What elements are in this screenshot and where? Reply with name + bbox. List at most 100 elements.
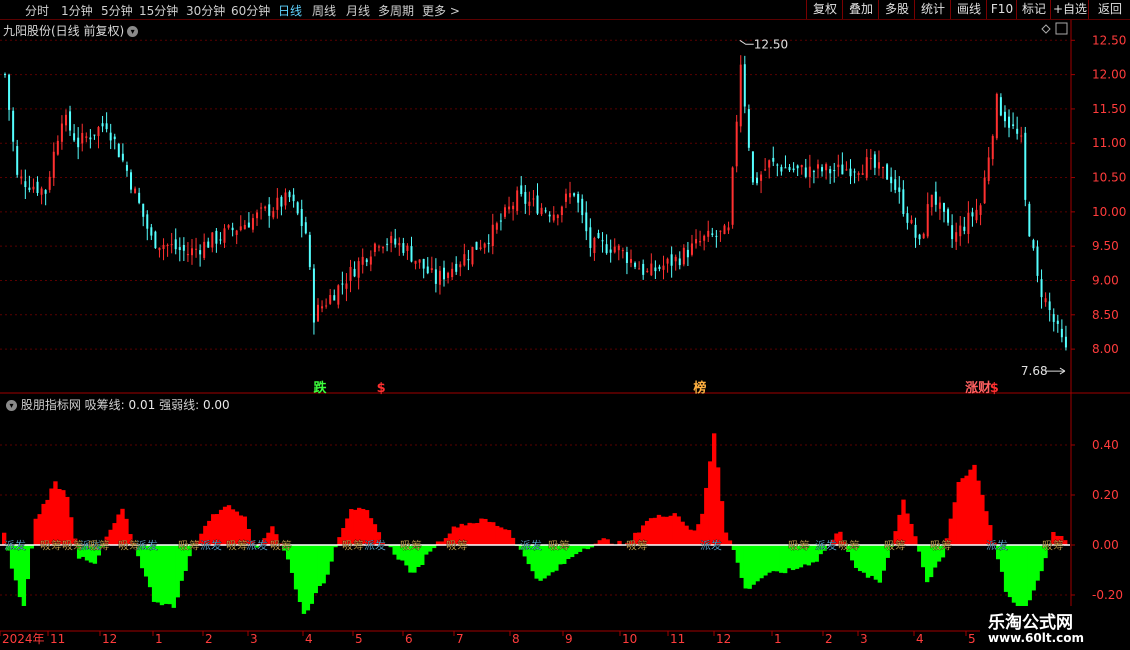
candle-body (235, 230, 238, 235)
candle-body (869, 157, 872, 159)
indicator-bar (704, 487, 709, 545)
indicator-bar (483, 518, 488, 545)
candle-body (682, 247, 685, 265)
candle-body (528, 201, 531, 206)
candle-body (487, 242, 490, 244)
candle-body (886, 164, 889, 180)
candle-body (170, 244, 173, 246)
indicator-tick-label: 0.20 (1092, 488, 1119, 502)
candle-body (593, 237, 596, 254)
indicator-name: 股朋指标网 (20, 398, 81, 412)
sell-label: 派发 (815, 538, 837, 552)
indicator-bar (65, 496, 70, 545)
indicator-bar (767, 545, 772, 573)
indicator-bar (660, 516, 666, 545)
candle-body (857, 173, 860, 175)
indicator-bar (297, 545, 303, 603)
candle-body (894, 179, 897, 190)
buy-label: 吸筹 (930, 538, 952, 552)
indicator-bar (771, 545, 776, 572)
price-tick-label: 11.50 (1092, 102, 1126, 116)
candle-body (390, 236, 393, 244)
candle-body (597, 232, 600, 238)
candle-body (195, 248, 198, 250)
chevron-down-icon[interactable]: ▾ (6, 400, 17, 411)
candle-body (1052, 314, 1055, 322)
indicator-bar (976, 480, 981, 545)
buy-label: 吸筹 (400, 538, 422, 552)
buy-label: 吸筹 (342, 538, 364, 552)
candle-body (971, 212, 974, 217)
candle-body (4, 73, 6, 75)
buy-label: 吸筹 (88, 538, 110, 552)
candle-body (999, 97, 1002, 116)
candle-body (475, 241, 478, 250)
x-tick-label: 6 (405, 632, 413, 646)
price-tick-label: 11.00 (1092, 136, 1126, 150)
panel-max-icon (1055, 22, 1068, 35)
x-tick-label: 7 (456, 632, 464, 646)
indicator-bar (783, 545, 788, 574)
buy-label: 吸筹 (270, 538, 292, 552)
candle-body (959, 225, 962, 237)
event-marker: $ (377, 381, 386, 396)
candle-body (609, 249, 612, 253)
indicator-tick-label: -0.20 (1092, 588, 1123, 602)
candle-body (605, 244, 608, 254)
watermark-cn: 乐淘公式网 (988, 613, 1073, 633)
candle-body (333, 295, 336, 301)
candle-body (64, 114, 67, 126)
x-tick-label: 5 (355, 632, 363, 646)
x-tick-label: 3 (860, 632, 868, 646)
buy-label: 吸筹 (40, 538, 62, 552)
indicator-bar (510, 537, 516, 545)
x-tick-label: 2 (205, 632, 213, 646)
high-annotation-line (739, 39, 754, 45)
candle-body (20, 176, 23, 179)
line2-label: 强弱线: (159, 398, 200, 412)
candle-body (16, 146, 19, 175)
candle-body (715, 235, 718, 237)
candle-body (146, 214, 149, 229)
candle-body (386, 243, 389, 245)
indicator-bar (317, 545, 322, 586)
indicator-bar (502, 529, 508, 545)
indicator-bar (542, 545, 547, 579)
candle-body (52, 151, 55, 178)
indicator-bar (175, 545, 180, 598)
indicator-bar (309, 545, 315, 604)
candle-body (264, 206, 267, 209)
indicator-bar (913, 536, 918, 545)
candle-body (934, 191, 937, 205)
candle-body (251, 218, 254, 230)
candle-body (695, 239, 698, 244)
candle-body (243, 224, 246, 230)
price-tick-label: 10.00 (1092, 205, 1126, 219)
candle-body (540, 207, 543, 215)
indicator-bar (151, 545, 157, 602)
indicator-bar (759, 545, 764, 579)
candle-body (877, 162, 880, 169)
indicator-bar (909, 523, 914, 545)
indicator-bar (163, 545, 169, 604)
x-tick-label: 12 (716, 632, 731, 646)
candle-body (601, 240, 604, 242)
x-tick-label: 1 (155, 632, 163, 646)
high-annotation-label: 12.50 (754, 37, 788, 51)
candle-body (979, 205, 982, 215)
candle-body (536, 195, 539, 214)
indicator-bar (917, 545, 922, 552)
candle-body (321, 306, 324, 309)
indicator-bar (506, 530, 512, 545)
candle-body (430, 268, 433, 271)
candle-body (926, 204, 929, 237)
line1-value: 0.01 (128, 398, 156, 412)
candle-body (1020, 135, 1023, 137)
indicator-bar (712, 433, 717, 545)
candle-body (666, 258, 669, 264)
buy-label: 吸筹 (178, 538, 200, 552)
indicator-bar (487, 521, 492, 545)
candle-body (654, 267, 657, 272)
x-tick-label: 2 (825, 632, 833, 646)
candle-body (182, 244, 185, 251)
